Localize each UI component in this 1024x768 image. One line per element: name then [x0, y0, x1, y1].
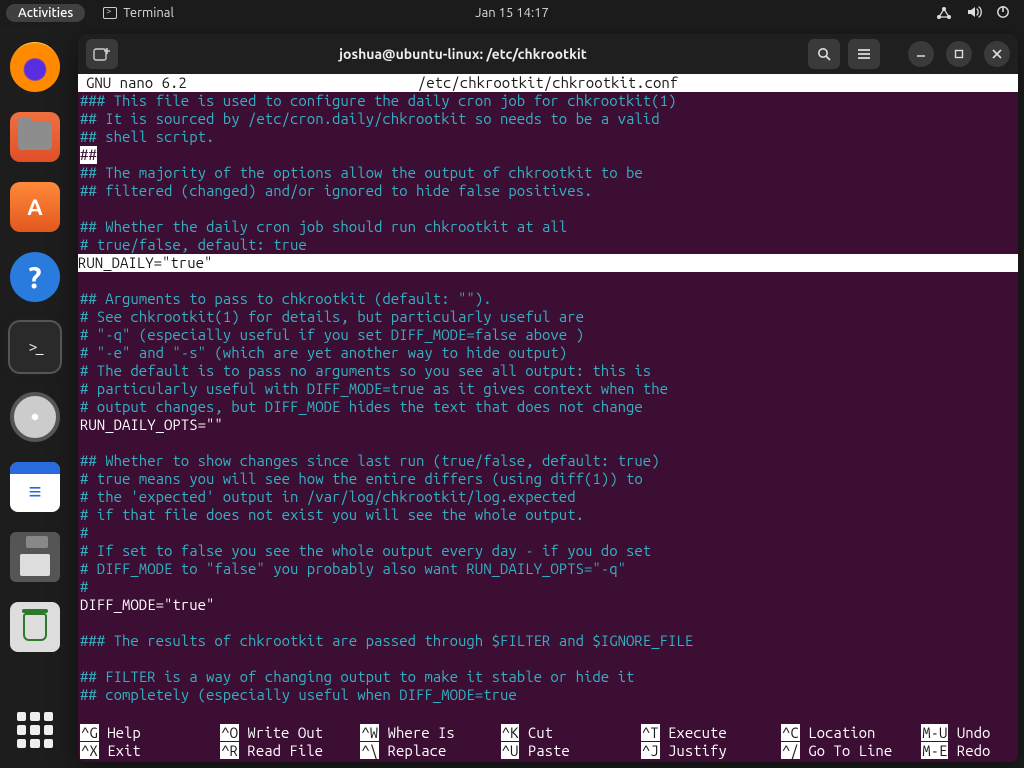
file-line[interactable]: ## The majority of the options allow the…	[78, 164, 1018, 182]
file-line[interactable]: # See chkrootkit(1) for details, but par…	[78, 308, 1018, 326]
search-button[interactable]	[808, 39, 840, 69]
new-tab-button[interactable]	[86, 39, 118, 69]
file-line[interactable]: # The default is to pass no arguments so…	[78, 362, 1018, 380]
window-title: joshua@ubuntu-linux: /etc/chkrootkit	[126, 46, 800, 62]
file-line[interactable]: ## shell script.	[78, 128, 1018, 146]
nano-shortcut: ^W Where Is	[360, 724, 500, 742]
file-line[interactable]: DIFF_MODE="true"	[78, 596, 1018, 614]
file-line[interactable]: RUN_DAILY="true"	[78, 254, 1018, 272]
dock-terminal[interactable]	[10, 322, 60, 372]
power-icon[interactable]	[996, 5, 1010, 22]
nano-shortcut: ^X Exit	[80, 742, 220, 760]
nano-shortcut: M-U Undo	[921, 724, 1016, 742]
file-line[interactable]: # output changes, but DIFF_MODE hides th…	[78, 398, 1018, 416]
dock-help[interactable]: ?	[10, 252, 60, 302]
file-line[interactable]: ## Whether the daily cron job should run…	[78, 218, 1018, 236]
nano-shortcut: ^K Cut	[501, 724, 641, 742]
file-line[interactable]: #	[78, 524, 1018, 542]
file-line[interactable]	[78, 200, 1018, 218]
file-line[interactable]: # "-q" (especially useful if you set DIF…	[78, 326, 1018, 344]
window-minimize[interactable]	[908, 41, 934, 67]
file-line[interactable]: # particularly useful with DIFF_MODE=tru…	[78, 380, 1018, 398]
file-line[interactable]: ##	[78, 146, 1018, 164]
file-line[interactable]: ## Arguments to pass to chkrootkit (defa…	[78, 290, 1018, 308]
dock-notes[interactable]	[10, 462, 60, 512]
file-line[interactable]: # If set to false you see the whole outp…	[78, 542, 1018, 560]
terminal-window: joshua@ubuntu-linux: /etc/chkrootkit GNU…	[78, 34, 1018, 762]
hamburger-menu[interactable]	[848, 39, 880, 69]
file-line[interactable]	[78, 650, 1018, 668]
file-line[interactable]: ### The results of chkrootkit are passed…	[78, 632, 1018, 650]
nano-shortcut: ^O Write Out	[220, 724, 360, 742]
file-line[interactable]: # "-e" and "-s" (which are yet another w…	[78, 344, 1018, 362]
file-line[interactable]: # if that file does not exist you will s…	[78, 506, 1018, 524]
file-line[interactable]: ## FILTER is a way of changing output to…	[78, 668, 1018, 686]
activities-button[interactable]: Activities	[6, 4, 85, 22]
file-line[interactable]: ## filtered (changed) and/or ignored to …	[78, 182, 1018, 200]
dock-disc[interactable]	[10, 392, 60, 442]
nano-shortcut: ^/ Go To Line	[781, 742, 921, 760]
volume-icon[interactable]	[966, 5, 982, 22]
nano-version: GNU nano 6.2	[86, 74, 187, 92]
nano-shortcut: ^T Execute	[641, 724, 781, 742]
nano-shortcut: ^C Location	[781, 724, 921, 742]
network-icon[interactable]	[936, 6, 952, 20]
nano-shortcut: ^U Paste	[501, 742, 641, 760]
nano-shortcut: ^G Help	[80, 724, 220, 742]
file-line[interactable]: ## It is sourced by /etc/cron.daily/chkr…	[78, 110, 1018, 128]
file-line[interactable]	[78, 272, 1018, 290]
file-line[interactable]	[78, 614, 1018, 632]
dock-files[interactable]	[10, 112, 60, 162]
terminal-icon	[103, 7, 117, 19]
clock[interactable]: Jan 15 14:17	[475, 6, 549, 20]
nano-shortcut: ^\ Replace	[360, 742, 500, 760]
nano-shortcut: ^R Read File	[220, 742, 360, 760]
nano-shortcut-bar: ^G Help^O Write Out^W Where Is^K Cut^T E…	[78, 724, 1018, 762]
dock-save[interactable]	[10, 532, 60, 582]
file-line[interactable]: # true/false, default: true	[78, 236, 1018, 254]
nano-filename: /etc/chkrootkit/chkrootkit.conf	[418, 74, 678, 92]
dock: ?	[0, 26, 70, 768]
file-line[interactable]: # true means you will see how the entire…	[78, 470, 1018, 488]
nano-editor[interactable]: GNU nano 6.2 /etc/chkrootkit/chkrootkit.…	[78, 74, 1018, 762]
nano-shortcut: M-E Redo	[921, 742, 1016, 760]
nano-shortcut: ^J Justify	[641, 742, 781, 760]
window-close[interactable]	[984, 41, 1010, 67]
window-titlebar: joshua@ubuntu-linux: /etc/chkrootkit	[78, 34, 1018, 74]
window-maximize[interactable]	[946, 41, 972, 67]
file-line[interactable]: RUN_DAILY_OPTS=""	[78, 416, 1018, 434]
file-line[interactable]: ## Whether to show changes since last ru…	[78, 452, 1018, 470]
nano-titlebar: GNU nano 6.2 /etc/chkrootkit/chkrootkit.…	[78, 74, 1018, 92]
file-line[interactable]: # the 'expected' output in /var/log/chkr…	[78, 488, 1018, 506]
file-line[interactable]	[78, 434, 1018, 452]
file-buffer[interactable]: ### This file is used to configure the d…	[78, 92, 1018, 704]
dock-firefox[interactable]	[10, 42, 60, 92]
focused-app-label: Terminal	[123, 6, 174, 20]
file-line[interactable]: ### This file is used to configure the d…	[78, 92, 1018, 110]
file-line[interactable]: ## completely (especially useful when DI…	[78, 686, 1018, 704]
file-line[interactable]: # DIFF_MODE to "false" you probably also…	[78, 560, 1018, 578]
file-line[interactable]: #	[78, 578, 1018, 596]
focused-app-indicator[interactable]: Terminal	[103, 6, 174, 20]
gnome-top-panel: Activities Terminal Jan 15 14:17	[0, 0, 1024, 26]
dock-software[interactable]	[10, 182, 60, 232]
dock-trash[interactable]	[10, 602, 60, 652]
show-applications[interactable]	[17, 712, 53, 748]
